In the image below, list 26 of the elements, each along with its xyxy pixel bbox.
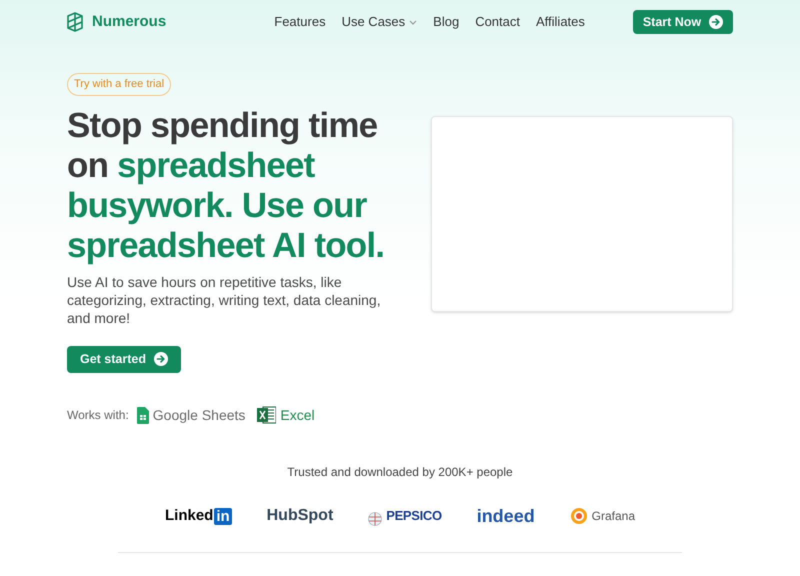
logo-icon — [67, 12, 84, 32]
integration-label: Excel — [280, 406, 315, 424]
trusted-text: Trusted and downloaded by 200K+ people — [287, 464, 513, 480]
linkedin-logo: Linked in — [165, 506, 232, 526]
nav-link[interactable]: Features — [274, 12, 326, 32]
works-with-label: Works with: — [67, 407, 129, 424]
nav-link[interactable]: Affiliates — [536, 12, 585, 32]
get-started-button[interactable]: Get started — [67, 346, 181, 372]
grafana-logo: Grafana — [592, 508, 635, 525]
hubspot-logo: HubSpot — [266, 506, 334, 526]
spreadsheet-icon — [257, 406, 276, 424]
description: Use AI to save hours on repetitive tasks, like categorizing, extracting, writing text, data cleaning, and more! — [67, 272, 382, 326]
start-now-button[interactable]: Start Now — [632, 10, 733, 34]
nav-link[interactable]: Blog — [433, 12, 460, 32]
pepsico-logo: PEPSICO — [386, 507, 442, 526]
indeed-logo: indeed — [476, 504, 535, 528]
trial-badge: Try with a free trial — [67, 73, 172, 96]
globe-icon — [368, 512, 382, 526]
arrow-icon — [154, 352, 168, 366]
nav-link[interactable]: Use Cases — [342, 12, 418, 32]
chevron-icon — [409, 20, 418, 24]
integration-label: Google Sheets — [152, 406, 246, 425]
headline: Stop spending time on spreadsheet busywork. Use our spreadsheet AI tool. — [67, 106, 386, 266]
sheet-icon — [136, 406, 149, 424]
brand-name[interactable]: Numerous — [92, 10, 166, 34]
nav-link[interactable]: Contact — [475, 12, 520, 32]
